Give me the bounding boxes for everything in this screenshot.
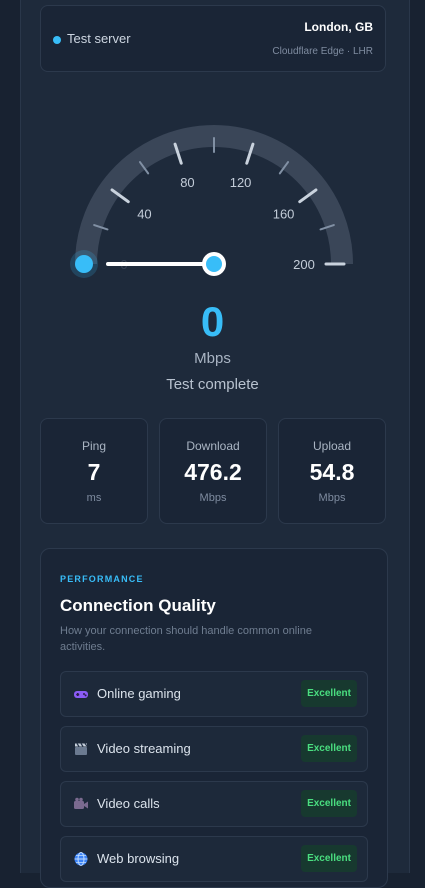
ping-value: 7	[87, 459, 101, 485]
quality-row-web-browsing: Web browsing Excellent	[60, 836, 368, 882]
upload-unit: Mbps	[318, 492, 346, 504]
download-card: Download 476.2 Mbps	[159, 418, 267, 524]
quality-row-video-streaming: Video streaming Excellent	[60, 726, 368, 772]
ping-card: Ping 7 ms	[40, 418, 148, 524]
upload-value: 54.8	[309, 459, 355, 485]
gauge-tick-label: 120	[230, 175, 252, 190]
quality-row-label: Video calls	[97, 796, 160, 811]
clapperboard-icon	[73, 741, 89, 757]
quality-row-label: Online gaming	[97, 686, 181, 701]
section-description: How your connection should handle common…	[60, 625, 312, 653]
download-label: Download	[186, 439, 240, 453]
quality-rating-badge: Excellent	[301, 845, 357, 872]
server-edge-node: Cloudflare Edge · LHR	[272, 46, 373, 57]
quality-row-label: Web browsing	[97, 851, 180, 866]
gauge-needle-hub-inner	[206, 256, 222, 272]
quality-rating-badge: Excellent	[301, 735, 357, 762]
connection-quality-card: PERFORMANCE Connection Quality How your …	[40, 548, 388, 888]
quality-row-label: Video streaming	[97, 741, 191, 756]
section-title: Connection Quality	[60, 596, 216, 615]
test-status: Test complete	[166, 376, 259, 393]
ping-label: Ping	[81, 439, 107, 453]
speed-gauge: 04080120160200	[70, 125, 353, 278]
upload-label: Upload	[312, 439, 352, 453]
gauge-tick-label: 160	[273, 206, 295, 221]
download-value: 476.2	[184, 459, 242, 485]
quality-row-video-calls: Video calls Excellent	[60, 781, 368, 827]
quality-rating-badge: Excellent	[301, 790, 357, 817]
upload-card: Upload 54.8 Mbps	[278, 418, 386, 524]
gauge-start-indicator	[75, 255, 93, 273]
gauge-tick-label: 80	[180, 175, 194, 190]
download-unit: Mbps	[199, 492, 227, 504]
current-speed-value: 0	[200, 298, 225, 345]
globe-icon	[73, 851, 89, 867]
gauge-tick-label: 40	[137, 206, 151, 221]
app-background: Test server London, GB Cloudflare Edge ·…	[0, 0, 425, 888]
current-speed-unit: Mbps	[194, 350, 231, 367]
section-eyebrow: PERFORMANCE	[60, 574, 144, 584]
quality-row-online-gaming: Online gaming Excellent	[60, 671, 368, 717]
server-label: Test server	[67, 31, 131, 46]
server-card: Test server London, GB Cloudflare Edge ·…	[40, 5, 386, 72]
gauge-tick-label: 200	[293, 257, 315, 272]
server-status-dot	[53, 36, 61, 44]
quality-rating-badge: Excellent	[301, 680, 357, 707]
server-location: London, GB	[304, 20, 373, 34]
video-camera-icon	[73, 796, 89, 812]
game-controller-icon	[73, 686, 89, 702]
ping-unit: ms	[86, 492, 102, 504]
